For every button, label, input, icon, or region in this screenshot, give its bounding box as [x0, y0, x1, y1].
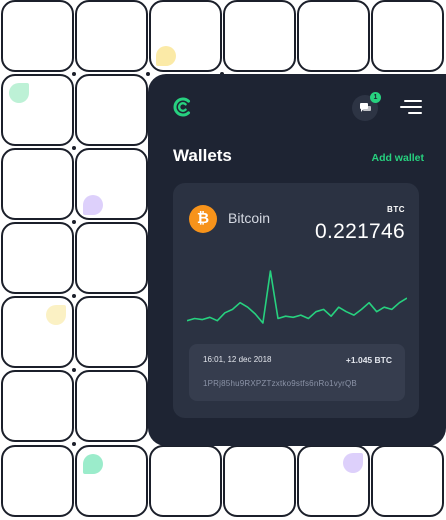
- hamburger-menu-icon[interactable]: [400, 99, 422, 115]
- green-drop-decoration: [83, 454, 103, 474]
- transaction-item[interactable]: 16:01, 12 dec 2018 +1.045 BTC 1PRj85hu9R…: [189, 344, 405, 401]
- green-drop-decoration: [9, 83, 29, 103]
- grid-tile: [1, 222, 74, 294]
- grid-tile: [1, 370, 74, 442]
- grid-tile: [75, 0, 148, 72]
- notification-badge: 1: [370, 92, 381, 103]
- transaction-date: 16:01, 12 dec 2018: [203, 355, 272, 364]
- grid-tile: [149, 445, 222, 517]
- grid-tile: [371, 445, 444, 517]
- grid-dot: [72, 146, 76, 150]
- grid-dot: [72, 442, 76, 446]
- transaction-address: 1PRj85hu9RXPZTzxtko9stfs6nRo1vyrQB: [203, 379, 357, 388]
- grid-dot: [72, 220, 76, 224]
- grid-dot: [72, 72, 76, 76]
- grid-tile: [223, 0, 296, 72]
- add-wallet-link[interactable]: Add wallet: [371, 152, 424, 164]
- grid-tile: [75, 370, 148, 442]
- transaction-amount: +1.045 BTC: [345, 355, 392, 365]
- yellow-drop-decoration: [46, 305, 66, 325]
- grid-tile: [1, 445, 74, 517]
- chat-icon: [359, 103, 371, 112]
- grid-tile: [75, 74, 148, 146]
- yellow-drop-decoration: [156, 46, 176, 66]
- price-sparkline-chart: [187, 270, 407, 324]
- grid-dot: [146, 72, 150, 76]
- grid-dot: [72, 294, 76, 298]
- coin-logo-icon[interactable]: [172, 96, 194, 118]
- grid-tile: [75, 296, 148, 368]
- grid-tile: [297, 0, 370, 72]
- purple-drop-decoration: [83, 195, 103, 215]
- bitcoin-icon: ₿: [189, 205, 217, 233]
- bitcoin-wallet-card[interactable]: ₿ Bitcoin BTC 0.221746 16:01, 12 dec 201…: [173, 183, 419, 418]
- grid-tile: [371, 0, 444, 72]
- grid-tile: [1, 148, 74, 220]
- grid-tile: [223, 445, 296, 517]
- wallet-balance: 0.221746: [315, 220, 405, 243]
- grid-tile: [1, 0, 74, 72]
- grid-dot: [72, 368, 76, 372]
- price-line: [187, 270, 407, 324]
- purple-drop-decoration: [343, 453, 363, 473]
- grid-tile: [75, 222, 148, 294]
- page-title: Wallets: [173, 146, 232, 165]
- coin-name: Bitcoin: [228, 210, 271, 226]
- coin-ticker: BTC: [387, 205, 405, 214]
